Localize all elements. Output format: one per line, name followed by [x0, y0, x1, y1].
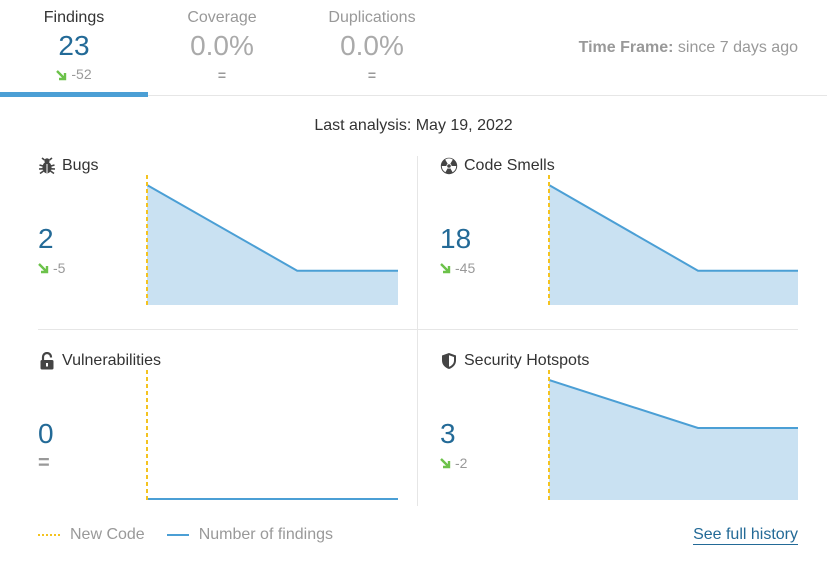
card-title-text: Vulnerabilities: [62, 352, 162, 369]
card-title-text: Security Hotspots: [464, 352, 590, 369]
card-delta: -45: [440, 260, 475, 276]
legend-number-of-findings: Number of findings: [166, 526, 333, 544]
tab-delta: -52: [0, 66, 148, 82]
tab-label: Duplications: [328, 9, 416, 26]
findings-area: [549, 380, 798, 500]
card-title-text: Bugs: [62, 157, 99, 174]
arrow-down-right-icon: [440, 262, 451, 273]
legend-label: Number of findings: [198, 526, 333, 543]
arrow-down-right-icon: [38, 262, 49, 273]
card-title-text: Code Smells: [464, 157, 555, 174]
findings-area: [147, 185, 398, 305]
card-value[interactable]: 2: [38, 223, 54, 255]
card-title[interactable]: Vulnerabilities: [38, 352, 161, 370]
new-code-swatch: [38, 534, 60, 536]
tab-label: Findings: [43, 9, 105, 26]
tab-findings[interactable]: Findings 23 -52: [0, 0, 148, 97]
card-value[interactable]: 3: [440, 418, 456, 450]
metric-tabs: Findings 23 -52 Coverage 0.0% = Duplicat…: [0, 0, 827, 97]
tab-label: Coverage: [187, 9, 257, 26]
arrow-down-right-icon: [440, 457, 451, 468]
see-full-history-link[interactable]: See full history: [693, 526, 798, 545]
last-analysis: Last analysis: May 19, 2022: [314, 117, 513, 134]
bugs-history-chart: [146, 175, 398, 305]
card-title[interactable]: Security Hotspots: [440, 352, 589, 370]
bugs-card: Bugs 2 -5: [38, 157, 418, 322]
code-smells-card: Code Smells 18 -45: [440, 157, 820, 322]
tab-delta-equal: =: [367, 67, 377, 83]
card-delta: -5: [38, 260, 65, 276]
time-frame-value: since 7 days ago: [677, 39, 798, 56]
card-delta-value: -2: [455, 455, 468, 471]
tab-value: 0.0%: [190, 30, 254, 61]
card-title[interactable]: Bugs: [38, 157, 98, 175]
card-delta-value: -5: [53, 260, 66, 276]
chart-legend: New Code Number of findings: [38, 526, 355, 544]
card-delta-equal: =: [38, 452, 50, 474]
findings-area: [549, 185, 798, 305]
card-divider-vertical: [417, 156, 418, 506]
card-value[interactable]: 18: [440, 223, 471, 255]
tab-coverage[interactable]: Coverage 0.0% =: [148, 0, 296, 96]
card-value[interactable]: 0: [38, 418, 54, 450]
time-frame: Time Frame: since 7 days ago: [579, 39, 798, 57]
card-divider-horizontal: [38, 329, 798, 330]
radioactive-icon: [440, 157, 458, 175]
tab-delta-value: -52: [71, 66, 92, 82]
vulnerabilities-card: Vulnerabilities 0 =: [38, 352, 418, 517]
security-hotspots-history-chart: [548, 370, 798, 500]
tab-value: 0.0%: [340, 30, 404, 61]
unlock-icon: [40, 352, 54, 370]
findings-swatch: [166, 534, 189, 536]
time-frame-label: Time Frame:: [578, 39, 674, 56]
vulnerabilities-history-chart: [146, 370, 398, 500]
code-smells-history-chart: [548, 175, 798, 305]
tab-value: 23: [58, 30, 90, 61]
tab-delta-equal: =: [217, 67, 227, 83]
card-title[interactable]: Code Smells: [440, 157, 555, 175]
card-delta-value: -45: [455, 260, 476, 276]
tab-duplications[interactable]: Duplications 0.0% =: [298, 0, 446, 96]
legend-label: New Code: [70, 526, 145, 543]
security-hotspots-card: Security Hotspots 3 -2: [440, 352, 820, 517]
bug-icon: [38, 157, 56, 175]
legend-new-code: New Code: [38, 526, 145, 544]
arrow-down-right-icon: [56, 69, 67, 80]
card-delta: -2: [440, 455, 467, 471]
shield-icon: [442, 353, 456, 369]
active-tab-underline: [0, 92, 148, 97]
